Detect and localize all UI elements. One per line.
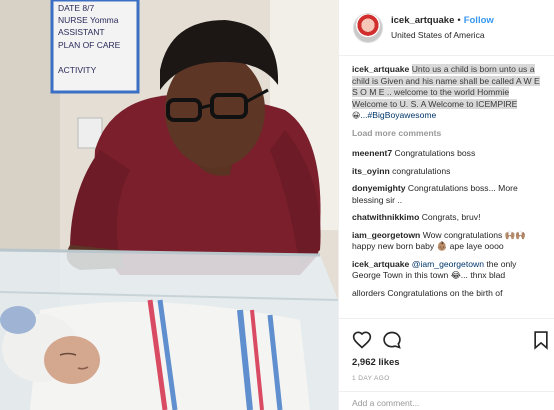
comment-item: donyemighty Congratulations boss... More… xyxy=(352,183,544,206)
whiteboard-line-5: ACTIVITY xyxy=(58,65,97,75)
caption-hashtag[interactable]: ...#BigBoyawesome xyxy=(360,110,436,120)
comment-item: meenent7 Congratulations boss xyxy=(352,148,544,160)
post-header: icek_artquake • Follow United States of Am… xyxy=(339,0,554,56)
avatar[interactable] xyxy=(353,13,383,43)
separator-dot: • xyxy=(457,15,461,26)
heart-icon[interactable] xyxy=(352,330,372,350)
caption: icek_artquake Unto us a child is born un… xyxy=(352,64,544,122)
location-link[interactable]: United States of America xyxy=(391,30,485,40)
comment-item-partial: allorders Congratulations on the birth o… xyxy=(352,287,503,298)
comment-item: iam_georgetown Wow congratulations 🙌🏽🙌🏽 … xyxy=(352,230,544,253)
comment-username[interactable]: meenent7 xyxy=(352,148,392,158)
whiteboard-line-1: DATE 8/7 xyxy=(58,3,94,13)
post-photo[interactable]: DATE 8/7 NURSE Yomma ASSISTANT PLAN OF C… xyxy=(0,0,338,410)
comment-username[interactable]: donyemighty xyxy=(352,183,405,193)
post-actions: 2,962 likes 1 DAY AGO Add a comment... xyxy=(339,318,554,410)
comment-mention[interactable]: @iam_georgetown xyxy=(412,259,484,269)
baby-face xyxy=(44,336,100,384)
post-side-panel: icek_artquake • Follow United States of Am… xyxy=(338,0,554,410)
header-user-line: icek_artquake • Follow xyxy=(391,15,494,26)
header-username[interactable]: icek_artquake xyxy=(391,15,454,26)
comment-username[interactable]: icek_artquake xyxy=(352,259,409,269)
comments-list[interactable]: icek_artquake Unto us a child is born un… xyxy=(352,64,544,317)
comment-item: its_oyinn congratulations xyxy=(352,166,544,178)
comment-text: Congrats, bruv! xyxy=(421,212,481,222)
add-comment-input[interactable]: Add a comment... xyxy=(339,391,554,410)
add-comment-placeholder: Add a comment... xyxy=(352,398,420,408)
whiteboard-line-2: NURSE Yomma xyxy=(58,15,119,25)
comment-username[interactable]: iam_georgetown xyxy=(352,230,420,240)
post-photo-scene: DATE 8/7 NURSE Yomma ASSISTANT PLAN OF C… xyxy=(0,0,338,410)
caption-username[interactable]: icek_artquake xyxy=(352,64,409,74)
post-timestamp[interactable]: 1 DAY AGO xyxy=(352,375,390,382)
bookmark-icon[interactable] xyxy=(531,330,551,350)
whiteboard-line-3: ASSISTANT xyxy=(58,27,105,37)
comment-item: chatwithnikkimo Congrats, bruv! xyxy=(352,212,544,224)
comment-icon[interactable] xyxy=(382,330,402,350)
load-more-comments-button[interactable]: Load more comments xyxy=(352,128,544,140)
comment-username[interactable]: its_oyinn xyxy=(352,166,390,176)
whiteboard-line-4: PLAN OF CARE xyxy=(58,40,121,50)
follow-button[interactable]: Follow xyxy=(464,15,494,26)
comment-item: icek_artquake @iam_georgetown the only G… xyxy=(352,259,544,282)
comment-text: congratulations xyxy=(392,165,451,176)
comment-username[interactable]: chatwithnikkimo xyxy=(352,212,419,222)
likes-count[interactable]: 2,962 likes xyxy=(352,357,400,368)
comment-text: Congratulations boss xyxy=(394,148,476,158)
